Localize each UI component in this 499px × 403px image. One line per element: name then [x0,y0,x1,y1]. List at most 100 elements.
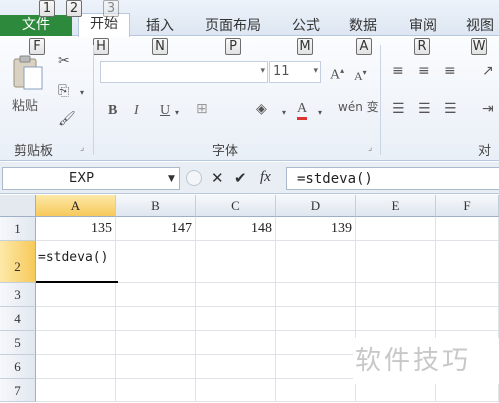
column-header-d[interactable]: D [276,195,356,217]
cell-c1[interactable]: 148 [196,217,276,241]
format-painter-icon[interactable]: 🖌 [58,111,76,127]
cancel-icon[interactable]: ✕ [211,169,224,187]
cell[interactable] [356,307,436,331]
cell[interactable] [196,355,276,379]
cell[interactable] [436,283,499,307]
enter-icon[interactable]: ✔ [234,169,247,187]
row-header-6[interactable]: 6 [0,355,36,379]
shrink-font-icon[interactable]: A▾ [354,65,367,84]
keytip-3: 3 [103,0,119,17]
column-header-e[interactable]: E [356,195,436,217]
paste-button[interactable]: 粘贴 [8,55,48,125]
row-header-3[interactable]: 3 [0,283,36,307]
font-size-combo[interactable]: 11 ▾ [269,61,321,83]
select-all-corner[interactable] [0,195,36,217]
cell[interactable] [356,217,436,241]
tab-insert[interactable]: 插入 [142,16,178,36]
cell[interactable] [276,283,356,307]
cell[interactable] [36,379,116,402]
cell-a2-active[interactable]: =stdeva() [36,241,118,283]
clipboard-group-label: 剪贴板 [14,144,54,159]
align-middle-icon[interactable]: ≡ [418,63,430,79]
column-header-a[interactable]: A [36,195,116,217]
cell[interactable] [196,379,276,402]
cell[interactable] [196,241,276,283]
keytip-1: 1 [39,0,55,17]
column-header-f[interactable]: F [436,195,499,217]
align-left-icon[interactable]: ☰ [392,101,405,117]
font-group-label: 字体 [212,144,239,159]
border-icon[interactable]: ⊞ [196,101,208,117]
cell[interactable] [36,331,116,355]
fill-color-icon[interactable]: ◈ [256,101,267,117]
cell[interactable] [116,241,196,283]
grow-font-icon[interactable]: A▴ [330,63,344,84]
column-header-b[interactable]: B [116,195,196,217]
cell[interactable] [36,355,116,379]
cell[interactable] [116,355,196,379]
cell[interactable] [196,331,276,355]
cell[interactable] [116,379,196,402]
font-launcher-icon[interactable]: ⌟ [368,143,372,153]
cell[interactable] [196,307,276,331]
indent-icon[interactable]: ⇥ [482,101,494,117]
cell[interactable] [436,307,499,331]
keytip-a: A [356,38,372,55]
clipboard-launcher-icon[interactable]: ⌟ [80,143,84,153]
align-bottom-icon[interactable]: ≡ [444,63,456,79]
font-color-dropdown-icon[interactable]: ▾ [318,105,322,121]
underline-button[interactable]: U [160,103,170,119]
tab-review[interactable]: 审阅 [405,16,441,36]
italic-button[interactable]: I [134,103,139,119]
cell[interactable] [276,331,356,355]
cell-a1[interactable]: 135 [36,217,116,241]
keytip-n: N [152,38,168,55]
cell[interactable] [276,355,356,379]
cell[interactable] [276,379,356,402]
cut-icon[interactable]: ✂ [58,53,70,69]
bold-button[interactable]: B [108,103,117,119]
cell[interactable] [196,283,276,307]
phonetic-button[interactable]: wén 变 [338,99,379,115]
underline-dropdown-icon[interactable]: ▾ [175,105,179,121]
row-header-7[interactable]: 7 [0,379,36,402]
row-header-1[interactable]: 1 [0,217,36,241]
align-right-icon[interactable]: ☰ [444,101,457,117]
font-color-button[interactable]: A [297,101,308,120]
cell[interactable] [36,307,116,331]
cell[interactable] [116,307,196,331]
cell[interactable] [356,283,436,307]
name-box[interactable]: EXP ▼ [2,167,180,190]
fill-color-dropdown-icon[interactable]: ▾ [282,105,286,121]
copy-icon[interactable]: ⎘ [58,83,69,99]
copy-dropdown-icon[interactable]: ▾ [80,85,84,101]
tab-data-label: 数据 [349,18,377,34]
orientation-icon[interactable]: ↗ [482,63,494,79]
cell[interactable] [36,283,116,307]
tab-view[interactable]: 视图 [462,16,498,36]
cell[interactable] [116,331,196,355]
formula-bar-collapse-icon[interactable] [186,170,202,186]
tab-page-layout[interactable]: 页面布局 [200,16,266,36]
tab-data[interactable]: 数据 [345,16,381,36]
row-header-4[interactable]: 4 [0,307,36,331]
tab-file[interactable]: 文件 [0,15,72,36]
tab-formulas[interactable]: 公式 [288,16,324,36]
cell[interactable] [276,307,356,331]
name-box-dropdown-icon[interactable]: ▼ [168,174,175,184]
row-header-2[interactable]: 2 [0,241,36,283]
align-top-icon[interactable]: ≡ [392,63,404,79]
cell-b1[interactable]: 147 [116,217,196,241]
font-name-combo[interactable]: ▾ [100,61,268,83]
cell[interactable] [436,217,499,241]
cell[interactable] [116,283,196,307]
cell[interactable] [276,241,356,283]
align-center-icon[interactable]: ☰ [418,101,431,117]
insert-function-icon[interactable]: fx [260,169,271,186]
row-header-5[interactable]: 5 [0,331,36,355]
cell[interactable] [356,241,436,283]
cell-d1[interactable]: 139 [276,217,356,241]
column-header-c[interactable]: C [196,195,276,217]
formula-input[interactable]: =stdeva() [286,167,499,190]
cell[interactable] [436,241,499,283]
